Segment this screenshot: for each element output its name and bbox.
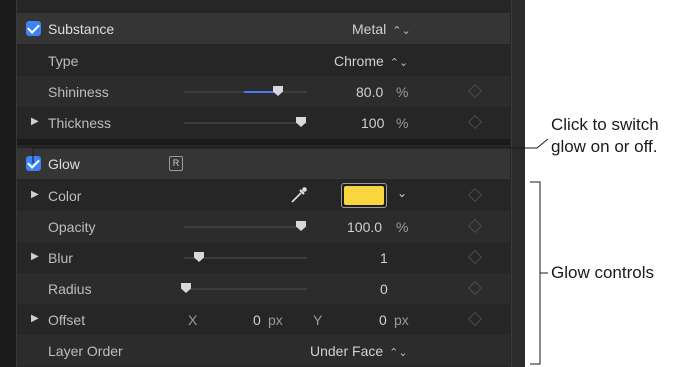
controls-bracket [530, 181, 541, 365]
switch-callout-line2: glow on or off. [551, 137, 658, 156]
controls-callout: Glow controls [551, 263, 654, 282]
callout-lines [32, 138, 549, 365]
switch-callout-line [32, 138, 549, 163]
switch-callout-line1: Click to switch [551, 115, 659, 134]
switch-callout: Click to switch glow on or off. [551, 114, 659, 158]
